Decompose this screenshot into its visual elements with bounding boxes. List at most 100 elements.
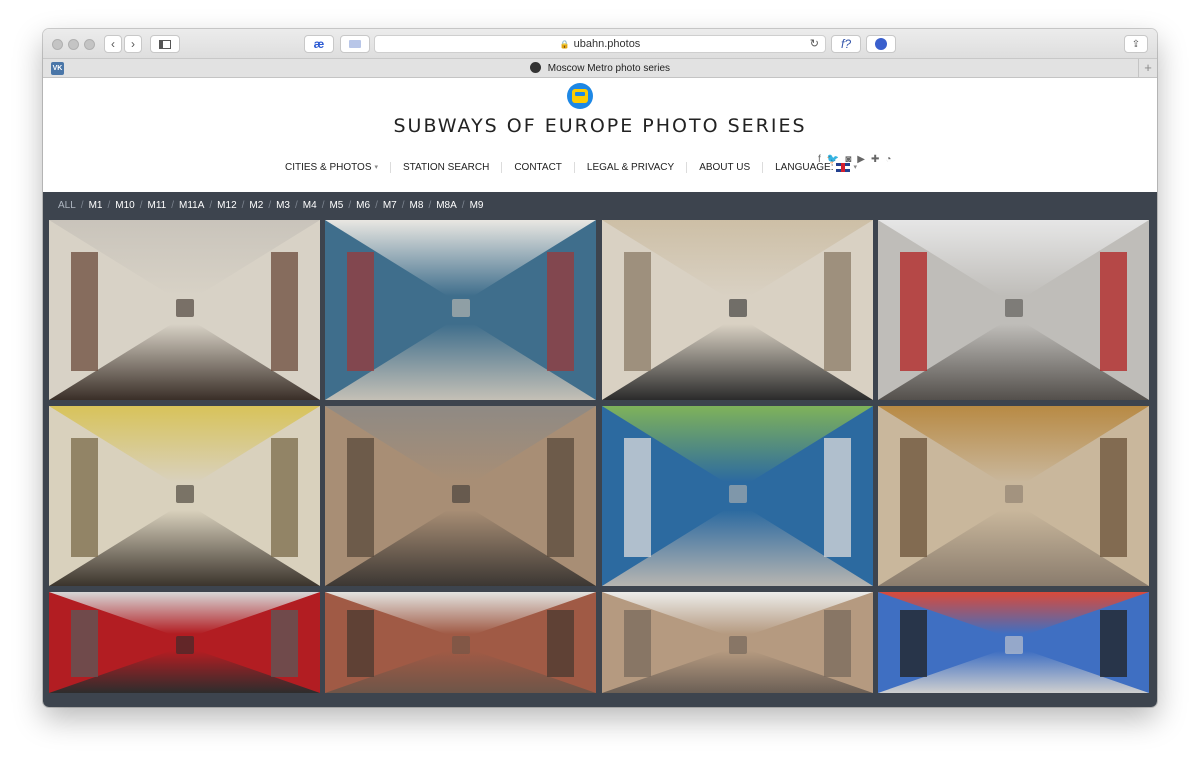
pillar-left (899, 610, 927, 677)
pillar-right (1100, 438, 1128, 558)
pillar-left (899, 438, 927, 558)
pillar-right (271, 610, 299, 677)
photo-white-vault-hall[interactable] (602, 592, 873, 693)
filter-m6[interactable]: M6 (352, 200, 374, 211)
tunnel-vanishing-point (175, 299, 194, 318)
train-icon (572, 89, 588, 103)
instagram-icon[interactable]: ◙ (845, 154, 851, 165)
pillar-left (623, 610, 651, 677)
filter-m4[interactable]: M4 (299, 200, 321, 211)
ae-extension-button[interactable]: æ (304, 35, 334, 53)
pillar-right (824, 438, 852, 558)
site-title[interactable]: SUBWAYS OF EUROPE PHOTO SERIES (43, 115, 1157, 137)
pillar-left (70, 610, 98, 677)
pillar-right (271, 438, 299, 558)
photo-yellow-baroque-hall[interactable] (49, 406, 320, 586)
new-tab-button[interactable]: + (1138, 59, 1157, 78)
pillar-right (1100, 252, 1128, 372)
filter-m9[interactable]: M9 (466, 200, 488, 211)
back-button[interactable]: ‹ (104, 35, 122, 53)
browser-toolbar: ‹ › æ 🔒 ubahn.photos ↻ f? ⇪ (43, 29, 1157, 59)
photo-marble-wedge-hall[interactable] (325, 406, 596, 586)
photo-bas-relief-hall[interactable] (325, 592, 596, 693)
filter-all[interactable]: ALL (54, 200, 80, 211)
metro-favicon-icon (529, 62, 541, 73)
social-links: f 🐦 ◙ ▶ ✚ ◔ (818, 154, 891, 165)
tunnel-vanishing-point (1004, 485, 1023, 504)
minimize-window-button[interactable] (68, 39, 79, 50)
reload-icon[interactable]: ↻ (810, 37, 819, 50)
share-icon: ⇪ (1131, 38, 1141, 50)
filter-m8a[interactable]: M8A (432, 200, 461, 211)
pillar-right (547, 438, 575, 558)
filter-m12[interactable]: M12 (213, 200, 240, 211)
sidebar-toggle-button[interactable] (150, 35, 180, 53)
pillar-right (1100, 610, 1128, 677)
filter-m3[interactable]: M3 (272, 200, 294, 211)
pillar-left (70, 438, 98, 558)
browser-window: ‹ › æ 🔒 ubahn.photos ↻ f? ⇪ VK Moscow Me… (43, 29, 1157, 707)
tunnel-vanishing-point (728, 485, 747, 504)
photo-golden-diamond-hall[interactable] (878, 406, 1149, 586)
tunnel-vanishing-point (451, 485, 470, 504)
facebook-icon[interactable]: f (818, 154, 821, 165)
f-extension-button[interactable]: f? (831, 35, 861, 53)
twitter-icon[interactable]: 🐦 (827, 154, 839, 165)
filter-m8[interactable]: M8 (406, 200, 428, 211)
tunnel-vanishing-point (451, 636, 470, 655)
nav-item-station-search[interactable]: STATION SEARCH (391, 161, 503, 173)
pillar-left (899, 252, 927, 372)
address-bar[interactable]: 🔒 ubahn.photos ↻ (374, 35, 826, 53)
chevron-right-icon: › (131, 37, 135, 51)
filter-m5[interactable]: M5 (325, 200, 347, 211)
web-page: SUBWAYS OF EUROPE PHOTO SERIES CITIES & … (43, 78, 1157, 707)
tunnel-vanishing-point (728, 636, 747, 655)
pillar-left (346, 438, 374, 558)
pillar-left (623, 438, 651, 558)
photo-lenin-mosaic-hall[interactable] (49, 220, 320, 400)
sidebar-icon (159, 39, 171, 49)
abp-extension-button[interactable] (866, 35, 896, 53)
nav-item-legal-privacy[interactable]: LEGAL & PRIVACY (575, 161, 688, 173)
photo-red-panel-hall[interactable] (49, 592, 320, 693)
reader-extension-button[interactable] (340, 35, 370, 53)
card-icon (349, 40, 361, 48)
close-window-button[interactable] (52, 39, 63, 50)
filter-m11[interactable]: M11 (144, 200, 171, 211)
photo-colorful-ceiling-hall[interactable] (878, 592, 1149, 693)
forward-button[interactable]: › (124, 35, 142, 53)
share-button[interactable]: ⇪ (1124, 35, 1148, 53)
filter-m2[interactable]: M2 (245, 200, 267, 211)
youtube-icon[interactable]: ▶ (857, 154, 865, 165)
site-logo[interactable] (567, 83, 593, 109)
pillar-left (346, 610, 374, 677)
pillar-left (346, 252, 374, 372)
chevron-down-icon: ▾ (374, 164, 379, 171)
gallery-panel: ALL / M1/M10/M11/M11A / M12/M2/M3/M4/M5/M6/M… (43, 192, 1157, 707)
pillar-right (271, 252, 299, 372)
tab-active[interactable]: Moscow Metro photo series (43, 62, 1157, 74)
tab-bar: VK Moscow Metro photo series + (43, 59, 1157, 78)
pillar-left (623, 252, 651, 372)
chevron-left-icon: ‹ (111, 37, 115, 51)
tunnel-vanishing-point (175, 485, 194, 504)
rss-icon[interactable]: ◔ (885, 154, 891, 165)
photo-arched-blue-hall[interactable] (325, 220, 596, 400)
filter-m1[interactable]: M1 (85, 200, 107, 211)
photo-coffered-ceiling-hall[interactable] (602, 220, 873, 400)
zoom-window-button[interactable] (84, 39, 95, 50)
nav-item-about-us[interactable]: ABOUT US (687, 161, 764, 173)
pillar-right (547, 252, 575, 372)
main-navigation: CITIES & PHOTOS ▾ STATION SEARCH CONTACT LEG… (273, 159, 869, 175)
filter-m10[interactable]: M10 (111, 200, 138, 211)
filter-m7[interactable]: M7 (379, 200, 401, 211)
lock-icon: 🔒 (559, 39, 570, 49)
plus-icon[interactable]: ✚ (871, 154, 879, 165)
pillar-left (70, 252, 98, 372)
photo-white-tube-hall[interactable] (878, 220, 1149, 400)
photo-green-ceiling-hall[interactable] (602, 406, 873, 586)
abp-icon (875, 38, 887, 50)
nav-item-cities-photos[interactable]: CITIES & PHOTOS ▾ (273, 161, 392, 173)
nav-item-contact[interactable]: CONTACT (502, 161, 575, 173)
filter-m11a[interactable]: M11A (175, 200, 208, 211)
